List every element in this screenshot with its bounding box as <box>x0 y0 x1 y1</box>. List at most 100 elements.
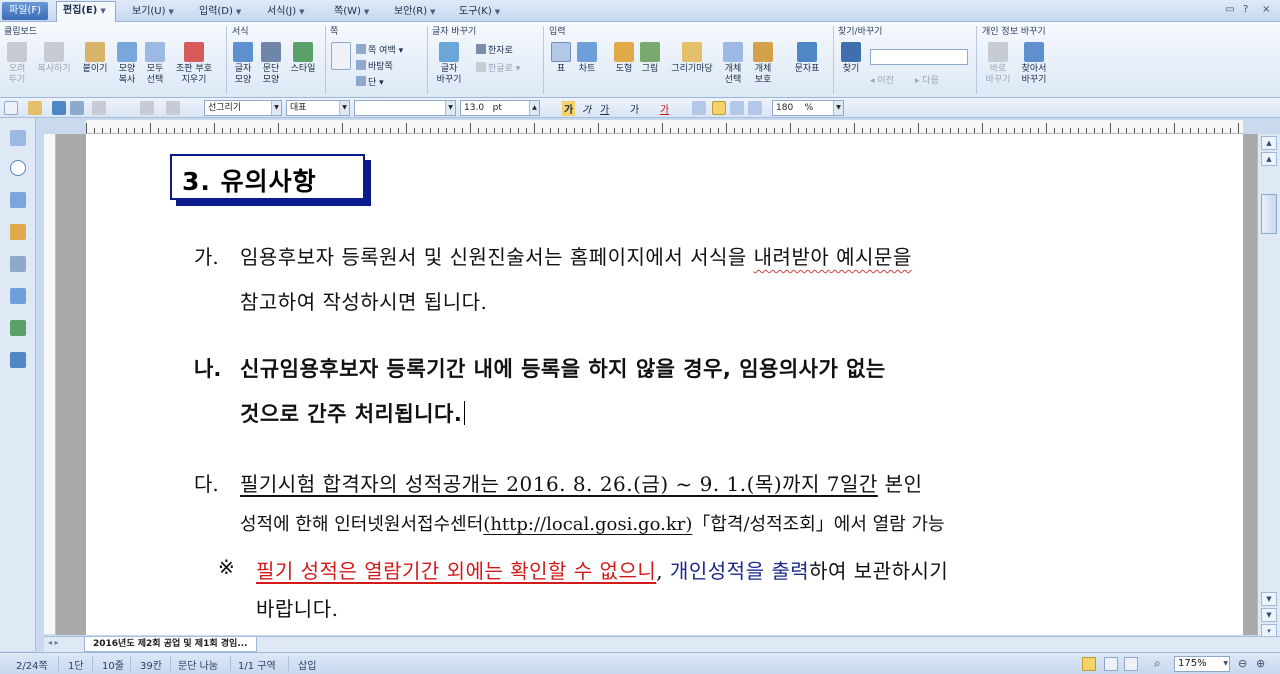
object-select-button[interactable]: 개체 선택 <box>720 42 746 86</box>
align-right-icon[interactable] <box>748 101 762 115</box>
new-document-icon[interactable] <box>4 101 18 115</box>
underline-button[interactable]: 가 <box>600 101 609 116</box>
symbol-button[interactable]: 문자표 <box>790 42 824 75</box>
font-combo[interactable]: ▼ <box>354 100 456 116</box>
document-icon[interactable] <box>10 256 26 272</box>
scroll-up-page-icon[interactable]: ▲ <box>1261 152 1277 166</box>
table-button[interactable]: 표 <box>550 42 572 75</box>
print-preview-icon[interactable] <box>92 101 106 115</box>
font-size-combo[interactable]: 13.0 pt ▲ <box>460 100 540 116</box>
find-change-button[interactable]: 찾아서 바꾸기 <box>1018 42 1050 86</box>
redo-icon[interactable] <box>166 101 180 115</box>
align-center-icon[interactable] <box>730 101 744 115</box>
spell-error-text: 예시문을 <box>829 245 912 269</box>
tab-scroll-icon[interactable]: ◂ ▸ <box>48 638 59 647</box>
print-icon[interactable] <box>70 101 84 115</box>
menu-edit[interactable]: 편집(E) ▼ <box>56 1 116 22</box>
paste-button[interactable]: 붙이기 <box>80 42 110 75</box>
menu-insert[interactable]: 입력(D) ▼ <box>199 3 241 20</box>
open-folder-icon[interactable] <box>28 101 42 115</box>
lightning-icon[interactable] <box>10 224 26 240</box>
close-icon[interactable]: × <box>1262 4 1270 15</box>
style-combo-value: 선그리기 <box>208 103 242 113</box>
undo-icon[interactable] <box>140 101 154 115</box>
document-area[interactable]: 3. 유의사항 가. 임용후보자 등록원서 및 신원진술서는 홈페이지에서 서식… <box>56 134 1257 635</box>
page-setup-button[interactable] <box>330 42 352 72</box>
status-para-split: 문단 나눔 <box>178 661 218 672</box>
para-shape-button[interactable]: 문단 모양 <box>258 42 284 86</box>
help-icon[interactable] <box>10 160 26 176</box>
italic-button[interactable]: 가 <box>582 101 591 116</box>
find-prev-button[interactable]: ◂ 이전 <box>870 74 894 88</box>
search-input[interactable] <box>870 49 968 65</box>
language-combo[interactable]: 대표 ▼ <box>286 100 350 116</box>
column-button[interactable]: 단 ▾ <box>356 76 384 90</box>
zoom-out-icon[interactable]: ⊖ <box>1238 657 1247 670</box>
find-button[interactable]: 찾기 <box>838 42 864 75</box>
view-normal-icon[interactable] <box>1082 657 1096 671</box>
picture-label: 그림 <box>641 64 659 74</box>
cut-button[interactable]: 오려 두기 <box>4 42 30 86</box>
gallery-button[interactable]: 그리기마당 <box>666 42 718 75</box>
menu-file[interactable]: 파일(F) <box>2 2 48 20</box>
scroll-down-icon[interactable]: ▼ <box>1261 608 1277 622</box>
list-icon[interactable] <box>10 192 26 208</box>
menu-security-label: 보안(R) <box>394 6 428 17</box>
zoom-select[interactable]: 175% ▼ <box>1174 656 1230 672</box>
hangul-button[interactable]: 한글로 ▾ <box>476 62 520 76</box>
clear-ctrl-button[interactable]: 조판 부호 지우기 <box>170 42 218 86</box>
scrollbar-thumb[interactable] <box>1261 194 1277 234</box>
shape-copy-button[interactable]: 모양 복사 <box>114 42 140 86</box>
zoom-in-icon[interactable]: ⊕ <box>1256 657 1265 670</box>
menu-page[interactable]: 쪽(W) ▼ <box>334 3 369 20</box>
chart-icon <box>577 42 597 62</box>
bold-button[interactable]: 가 <box>562 101 576 116</box>
align-justify-icon[interactable] <box>692 101 706 115</box>
direct-change-button[interactable]: 바로 바꾸기 <box>984 42 1012 86</box>
char-shape-button[interactable]: 글자 모양 <box>230 42 256 86</box>
zoom-combo[interactable]: 180 % ▼ <box>772 100 844 116</box>
hanja-label: 한자로 <box>488 46 513 56</box>
copy-label: 복사하기 <box>37 64 71 74</box>
shape-button[interactable]: 도형 <box>612 42 636 75</box>
horizontal-ruler[interactable] <box>86 120 1243 134</box>
ribbon-toggle-icon[interactable]: ▭ <box>1225 4 1234 15</box>
page-border-button[interactable]: 바탕쪽 <box>356 60 393 74</box>
font-color-button[interactable]: 가 <box>660 101 669 116</box>
char-convert-icon <box>439 42 459 62</box>
select-all-button[interactable]: 모두 선택 <box>142 42 168 86</box>
find-next-button[interactable]: ▸ 다음 <box>915 74 939 88</box>
style-button[interactable]: 스타일 <box>286 42 320 75</box>
scroll-down-page-icon[interactable]: ▼ <box>1261 592 1277 606</box>
save-icon[interactable] <box>52 101 66 115</box>
style-combo[interactable]: 선그리기 ▼ <box>204 100 282 116</box>
vertical-scrollbar[interactable]: ▲ ▲ ▼ ▼ ▾ <box>1257 134 1280 639</box>
menu-help[interactable]: ? <box>1243 4 1248 15</box>
tab-document[interactable]: 2016년도 제2회 공업 및 제1회 경임... <box>84 637 257 652</box>
vertical-ruler[interactable] <box>44 134 56 634</box>
align-left-icon[interactable] <box>712 101 726 115</box>
view-page-icon[interactable] <box>1104 657 1118 671</box>
page-margin-button[interactable]: 쪽 여백 ▾ <box>356 44 403 58</box>
gallery-label: 그리기마당 <box>671 64 713 74</box>
magnifier-icon[interactable]: ⌕ <box>1154 656 1161 671</box>
view-web-icon[interactable] <box>1124 657 1138 671</box>
picture-button[interactable]: 그림 <box>638 42 662 75</box>
copy-button[interactable]: 복사하기 <box>34 42 74 75</box>
scroll-up-icon[interactable]: ▲ <box>1261 136 1277 150</box>
table-icon[interactable] <box>10 288 26 304</box>
char-convert-button[interactable]: 글자 바꾸기 <box>432 42 466 86</box>
hanja-button[interactable]: 한자로 <box>476 44 513 58</box>
menu-view[interactable]: 보기(U) ▼ <box>132 3 174 20</box>
object-protect-button[interactable]: 개체 보호 <box>748 42 778 86</box>
menu-tools[interactable]: 도구(K) ▼ <box>459 3 500 20</box>
menu-security[interactable]: 보안(R) ▼ <box>394 3 436 20</box>
menu-format[interactable]: 서식(J) ▼ <box>267 3 305 20</box>
page[interactable]: 3. 유의사항 가. 임용후보자 등록원서 및 신원진술서는 홈페이지에서 서식… <box>86 134 1243 635</box>
book-icon[interactable] <box>10 130 26 146</box>
image-icon[interactable] <box>10 320 26 336</box>
status-mode[interactable]: 삽입 <box>298 657 316 672</box>
chart-button[interactable]: 차트 <box>575 42 599 75</box>
font-icon[interactable] <box>10 352 26 368</box>
strike-button[interactable]: 가 <box>630 101 639 116</box>
